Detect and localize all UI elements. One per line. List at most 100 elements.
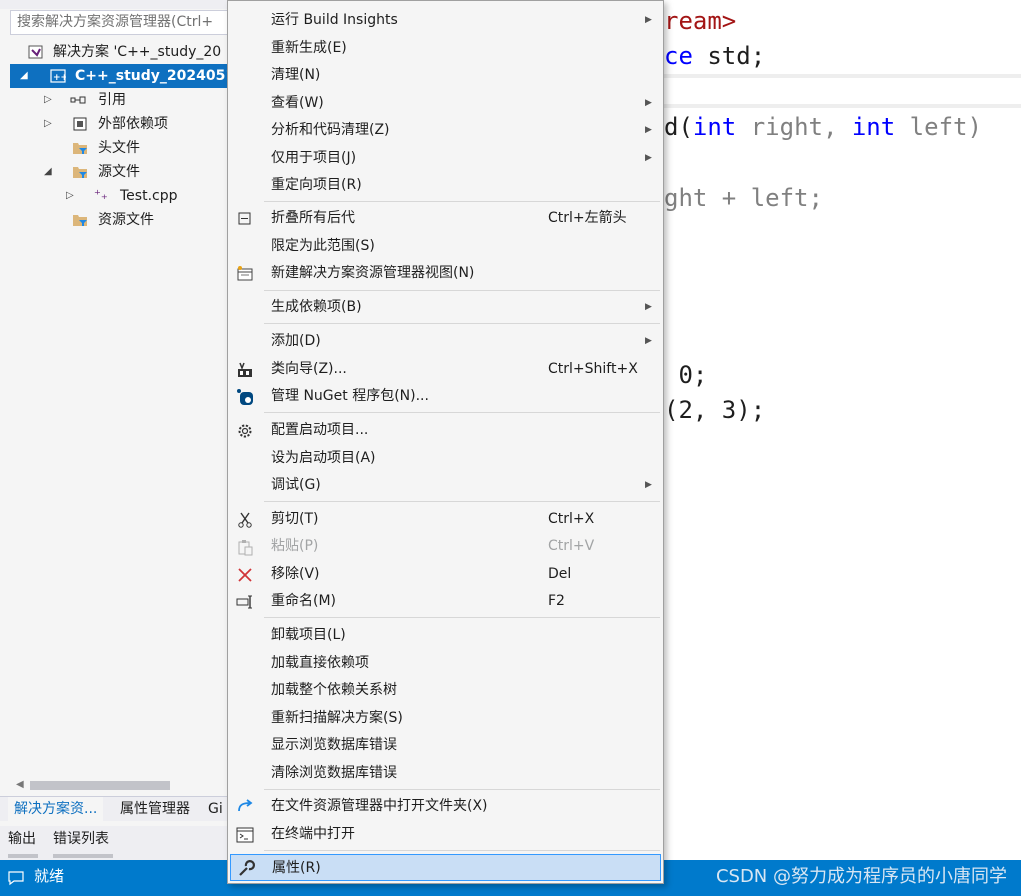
code-line: ght + left; xyxy=(664,184,823,212)
menu-item-open-in-explorer[interactable]: 在文件资源管理器中打开文件夹(X) xyxy=(230,793,661,820)
menu-item-run-build-insights[interactable]: 运行 Build Insights ▶ xyxy=(230,7,661,34)
tree-item-header-files[interactable]: 头文件 xyxy=(10,136,228,160)
terminal-icon xyxy=(236,827,254,843)
tree-item-label: C++_study_2024051 xyxy=(75,68,228,84)
explorer-search-input[interactable]: 搜索解决方案资源管理器(Ctrl+ xyxy=(10,10,228,35)
menu-item-load-direct-deps[interactable]: 加载直接依赖项 xyxy=(230,650,661,677)
tree-item-solution[interactable]: 解决方案 'C++_study_20 xyxy=(10,40,228,64)
menu-item-debug[interactable]: 调试(G) ▶ xyxy=(230,472,661,499)
submenu-arrow-icon: ▶ xyxy=(645,480,652,490)
nuget-icon xyxy=(237,389,253,405)
submenu-arrow-icon: ▶ xyxy=(645,125,652,135)
paste-icon xyxy=(238,540,253,556)
tab-indicator xyxy=(53,854,113,858)
menu-item-cut[interactable]: 剪切(T) Ctrl+X xyxy=(230,506,661,533)
explorer-tab-bar: 解决方案资... 属性管理器 Gi xyxy=(0,796,228,821)
code-line: ream> xyxy=(664,7,737,35)
tab-indicator xyxy=(8,854,38,858)
submenu-arrow-icon: ▶ xyxy=(645,15,652,25)
tab-error-list[interactable]: 错误列表 xyxy=(53,826,109,852)
menu-item-paste[interactable]: 粘贴(P) Ctrl+V xyxy=(230,533,661,560)
menu-item-view[interactable]: 查看(W) ▶ xyxy=(230,90,661,117)
menu-separator xyxy=(264,412,660,413)
tree-item-test-cpp[interactable]: ▷ ⁺₊ Test.cpp xyxy=(10,184,228,208)
menu-item-clean[interactable]: 清理(N) xyxy=(230,62,661,89)
tab-output[interactable]: 输出 xyxy=(8,826,36,852)
menu-item-project-only[interactable]: 仅用于项目(J) ▶ xyxy=(230,145,661,172)
tab-property-manager[interactable]: 属性管理器 xyxy=(114,797,196,821)
menu-item-rescan-solution[interactable]: 重新扫描解决方案(S) xyxy=(230,705,661,732)
menu-item-properties[interactable]: 属性(R) xyxy=(230,854,661,881)
menu-item-analyze[interactable]: 分析和代码清理(Z) ▶ xyxy=(230,117,661,144)
submenu-arrow-icon: ▶ xyxy=(645,98,652,108)
tree-item-label: 外部依赖项 xyxy=(98,116,168,132)
scroll-left-icon[interactable]: ◀ xyxy=(16,779,24,790)
tree-item-resource-files[interactable]: 资源文件 xyxy=(10,208,228,232)
menu-item-manage-nuget[interactable]: 管理 NuGet 程序包(N)... xyxy=(230,383,661,410)
menu-item-retarget[interactable]: 重定向项目(R) xyxy=(230,172,661,199)
menu-separator xyxy=(264,323,660,324)
svg-text:++: ++ xyxy=(53,73,66,83)
tree-item-label: 头文件 xyxy=(98,140,140,156)
tab-solution-explorer[interactable]: 解决方案资... xyxy=(8,797,104,821)
explorer-toolbar xyxy=(0,0,228,9)
wrench-icon xyxy=(239,860,255,876)
menu-separator xyxy=(264,789,660,790)
tree-item-project[interactable]: ◢ ++ C++_study_2024051 xyxy=(10,64,228,88)
tree-item-references[interactable]: ▷ 引用 xyxy=(10,88,228,112)
code-separator xyxy=(664,104,1021,108)
menu-separator xyxy=(264,850,660,851)
status-text: 就绪 xyxy=(34,867,65,885)
status-message-icon xyxy=(8,871,24,886)
code-line: 0; xyxy=(664,361,708,389)
solution-icon xyxy=(28,45,43,59)
filter-folder-icon xyxy=(73,215,87,226)
menu-item-rebuild[interactable]: 重新生成(E) xyxy=(230,35,661,62)
open-folder-icon xyxy=(238,799,253,812)
code-editor[interactable]: ream> ce std; d(int right, int left) ght… xyxy=(664,0,1021,860)
code-line: ce std; xyxy=(664,42,766,70)
solution-explorer: 搜索解决方案资源管理器(Ctrl+ 解决方案 'C++_study_20 ◢ +… xyxy=(0,0,228,826)
gear-icon xyxy=(238,424,252,438)
menu-separator xyxy=(264,290,660,291)
menu-item-unload-project[interactable]: 卸载项目(L) xyxy=(230,622,661,649)
menu-item-class-wizard[interactable]: 类向导(Z)... Ctrl+Shift+X xyxy=(230,356,661,383)
context-menu: 运行 Build Insights ▶ 重新生成(E) 清理(N) 查看(W) ▶ … xyxy=(227,0,664,884)
new-view-icon xyxy=(237,266,253,281)
filter-folder-icon xyxy=(73,143,87,154)
submenu-arrow-icon: ▶ xyxy=(645,302,652,312)
cpp-file-icon: ⁺₊ xyxy=(94,188,108,203)
menu-separator xyxy=(264,617,660,618)
watermark: CSDN @努力成为程序员的小唐同学 xyxy=(715,866,1007,887)
menu-item-add[interactable]: 添加(D) ▶ xyxy=(230,328,661,355)
menu-item-open-in-terminal[interactable]: 在终端中打开 xyxy=(230,821,661,848)
menu-item-set-startup[interactable]: 设为启动项目(A) xyxy=(230,445,661,472)
code-line: d(int right, int left) xyxy=(664,113,982,141)
submenu-arrow-icon: ▶ xyxy=(645,153,652,163)
menu-item-scope-to-this[interactable]: 限定为此范围(S) xyxy=(230,233,661,260)
collapsed-arrow-icon: ▷ xyxy=(44,118,52,129)
tree-item-label: Test.cpp xyxy=(120,188,178,204)
tree-item-external-deps[interactable]: ▷ 外部依赖项 xyxy=(10,112,228,136)
menu-separator xyxy=(264,501,660,502)
menu-separator xyxy=(264,201,660,202)
menu-item-show-db-errors[interactable]: 显示浏览数据库错误 xyxy=(230,732,661,759)
menu-item-rename[interactable]: 重命名(M) F2 xyxy=(230,588,661,615)
tree-item-label: 源文件 xyxy=(98,164,140,180)
scrollbar-thumb[interactable] xyxy=(30,781,170,790)
menu-item-collapse-all[interactable]: 折叠所有后代 Ctrl+左箭头 xyxy=(230,205,661,232)
tab-git[interactable]: Gi xyxy=(202,797,229,821)
menu-item-remove[interactable]: 移除(V) Del xyxy=(230,561,661,588)
menu-item-load-dep-tree[interactable]: 加载整个依赖关系树 xyxy=(230,677,661,704)
menu-item-clear-db-errors[interactable]: 清除浏览数据库错误 xyxy=(230,760,661,787)
remove-icon xyxy=(238,568,252,582)
menu-item-new-explorer-view[interactable]: 新建解决方案资源管理器视图(N) xyxy=(230,260,661,287)
tree-item-label: 引用 xyxy=(98,92,126,108)
menu-item-configure-startup[interactable]: 配置启动项目... xyxy=(230,417,661,444)
tree-item-source-files[interactable]: ◢ 源文件 xyxy=(10,160,228,184)
class-wizard-icon xyxy=(238,362,252,377)
expanded-arrow-icon: ◢ xyxy=(20,70,28,81)
menu-item-build-dependencies[interactable]: 生成依赖项(B) ▶ xyxy=(230,294,661,321)
code-separator xyxy=(664,74,1021,78)
submenu-arrow-icon: ▶ xyxy=(645,336,652,346)
